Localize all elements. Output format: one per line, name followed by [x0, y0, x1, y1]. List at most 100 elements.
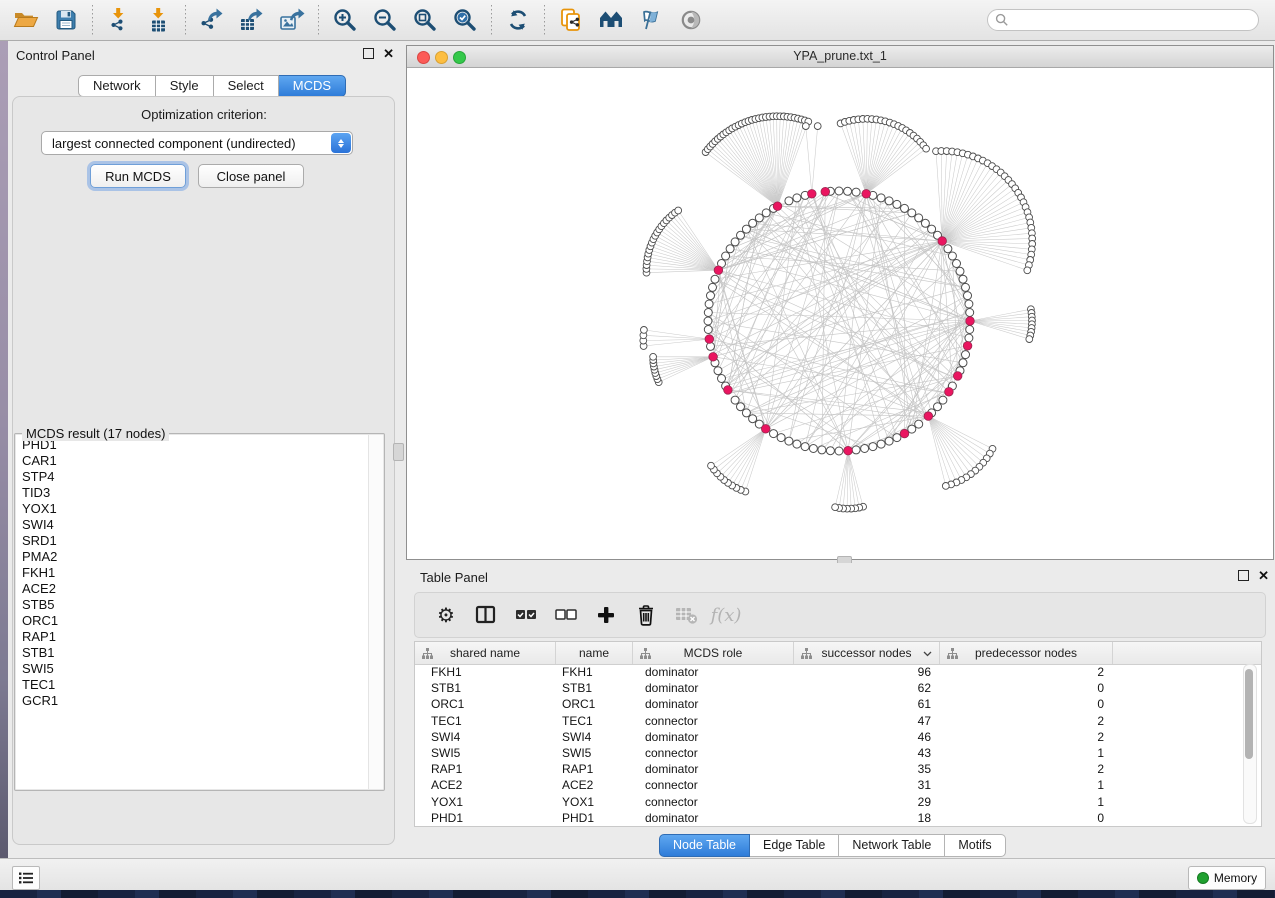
vertical-splitter-grip[interactable] [393, 443, 404, 461]
cell-name: PHD1 [556, 811, 633, 825]
table-row[interactable]: RAP1RAP1dominator352 [415, 761, 1261, 777]
close-panel-icon[interactable]: ✕ [383, 49, 394, 58]
toggle-column-view-button[interactable] [471, 600, 501, 630]
float-panel-icon[interactable] [363, 48, 374, 59]
mcds-result-list[interactable]: PHD1CAR1STP4TID3YOX1SWI4SRD1PMA2FKH1ACE2… [16, 435, 383, 789]
hide-graphics-details-button[interactable] [631, 2, 671, 38]
mcds-result-item[interactable]: SWI4 [22, 517, 383, 533]
export-image-button[interactable] [272, 2, 312, 38]
mcds-result-item[interactable]: TID3 [22, 485, 383, 501]
export-network-button[interactable] [192, 2, 232, 38]
run-mcds-button[interactable]: Run MCDS [90, 164, 186, 188]
cell-shared-name: SWI5 [415, 746, 556, 760]
show-graphics-details-button[interactable] [671, 2, 711, 38]
mcds-result-item[interactable]: TEC1 [22, 677, 383, 693]
open-session-button[interactable] [6, 2, 46, 38]
cell-shared-name: SWI4 [415, 730, 556, 744]
column-header-filler [1113, 642, 1261, 664]
table-row[interactable]: ACE2ACE2connector311 [415, 777, 1261, 793]
close-table-panel-icon[interactable]: ✕ [1258, 571, 1269, 580]
hide-graphics-details-icon [638, 7, 664, 33]
table-row[interactable]: YOX1YOX1connector291 [415, 794, 1261, 810]
tab-network-table[interactable]: Network Table [839, 834, 945, 857]
search-input[interactable] [1009, 11, 1258, 29]
network-window-titlebar[interactable]: YPA_prune.txt_1 [407, 46, 1273, 68]
column-header-shared-name[interactable]: shared name [415, 642, 556, 664]
table-row[interactable]: SWI5SWI5connector431 [415, 745, 1261, 761]
table-panel: Table Panel ✕ ⚙f(x) shared namenameMCDS … [406, 563, 1275, 858]
zoom-out-button[interactable] [365, 2, 405, 38]
tab-network[interactable]: Network [78, 75, 156, 97]
column-header-predecessor-nodes[interactable]: predecessor nodes [940, 642, 1113, 664]
mcds-result-item[interactable]: YOX1 [22, 501, 383, 517]
shared-column-icon [947, 648, 958, 659]
mcds-result-item[interactable]: CAR1 [22, 453, 383, 469]
mcds-result-item[interactable]: GCR1 [22, 693, 383, 709]
column-header-name[interactable]: name [556, 642, 633, 664]
mcds-result-item[interactable]: ORC1 [22, 613, 383, 629]
export-table-button[interactable] [232, 2, 272, 38]
cell-successor-nodes: 31 [794, 778, 940, 792]
table-scrollbar-thumb[interactable] [1245, 669, 1253, 759]
zoom-in-button[interactable] [325, 2, 365, 38]
memory-button[interactable]: Memory [1188, 866, 1266, 890]
search-icon [995, 13, 1009, 27]
control-panel: Control Panel ✕ NetworkStyleSelectMCDS O… [8, 41, 400, 858]
zoom-fit-icon [412, 7, 438, 33]
cell-predecessor-nodes: 0 [940, 811, 1113, 825]
table-row[interactable]: SWI4SWI4dominator462 [415, 729, 1261, 745]
table-row[interactable]: TEC1TEC1connector472 [415, 713, 1261, 729]
mcds-result-item[interactable]: SWI5 [22, 661, 383, 677]
tab-motifs[interactable]: Motifs [945, 834, 1005, 857]
mcds-result-scrollbar[interactable] [368, 435, 383, 789]
node-table-header: shared namenameMCDS rolesuccessor nodesp… [415, 642, 1261, 665]
float-table-panel-icon[interactable] [1238, 570, 1249, 581]
cell-predecessor-nodes: 2 [940, 665, 1113, 679]
zoom-selected-button[interactable] [445, 2, 485, 38]
mcds-result-item[interactable]: SRD1 [22, 533, 383, 549]
zoom-fit-button[interactable] [405, 2, 445, 38]
cell-predecessor-nodes: 1 [940, 795, 1113, 809]
close-panel-button[interactable]: Close panel [198, 164, 304, 188]
table-scrollbar[interactable] [1243, 664, 1257, 824]
import-network-button[interactable] [99, 2, 139, 38]
tab-style[interactable]: Style [156, 75, 214, 97]
table-row[interactable]: FKH1FKH1dominator962 [415, 664, 1261, 680]
cell-name: SWI4 [556, 730, 633, 744]
mcds-result-item[interactable]: STB5 [22, 597, 383, 613]
deselect-all-rows-button[interactable] [551, 600, 581, 630]
add-column-button[interactable] [591, 600, 621, 630]
optimization-criterion-select[interactable]: largest connected component (undirected) [41, 131, 353, 155]
column-header-MCDS-role[interactable]: MCDS role [633, 642, 794, 664]
mcds-result-item[interactable]: FKH1 [22, 565, 383, 581]
select-all-rows-button[interactable] [511, 600, 541, 630]
clone-network-button[interactable] [551, 2, 591, 38]
node-table-body: FKH1FKH1dominator962STB1STB1dominator620… [415, 664, 1261, 826]
refresh-view-icon [505, 7, 531, 33]
mcds-result-item[interactable]: PMA2 [22, 549, 383, 565]
save-session-button[interactable] [46, 2, 86, 38]
tab-mcds[interactable]: MCDS [279, 75, 346, 97]
tab-node-table[interactable]: Node Table [659, 834, 750, 857]
mcds-result-item[interactable]: ACE2 [22, 581, 383, 597]
table-row[interactable]: PHD1PHD1dominator180 [415, 810, 1261, 826]
mcds-result-item[interactable]: STP4 [22, 469, 383, 485]
task-history-button[interactable] [12, 866, 40, 890]
tab-edge-table[interactable]: Edge Table [750, 834, 839, 857]
tab-select[interactable]: Select [214, 75, 279, 97]
control-panel-title: Control Panel [16, 48, 95, 63]
mcds-result-item[interactable]: RAP1 [22, 629, 383, 645]
cell-MCDS-role: connector [633, 746, 794, 760]
column-header-successor-nodes[interactable]: successor nodes [794, 642, 940, 664]
cell-predecessor-nodes: 1 [940, 746, 1113, 760]
table-settings-button[interactable]: ⚙ [431, 600, 461, 630]
search-box[interactable] [987, 9, 1259, 31]
network-graph-canvas[interactable] [407, 67, 1273, 559]
delete-column-button[interactable] [631, 600, 661, 630]
table-row[interactable]: ORC1ORC1dominator610 [415, 696, 1261, 712]
import-table-button[interactable] [139, 2, 179, 38]
mcds-result-item[interactable]: STB1 [22, 645, 383, 661]
table-row[interactable]: STB1STB1dominator620 [415, 680, 1261, 696]
search-neighbors-button[interactable] [591, 2, 631, 38]
refresh-view-button[interactable] [498, 2, 538, 38]
